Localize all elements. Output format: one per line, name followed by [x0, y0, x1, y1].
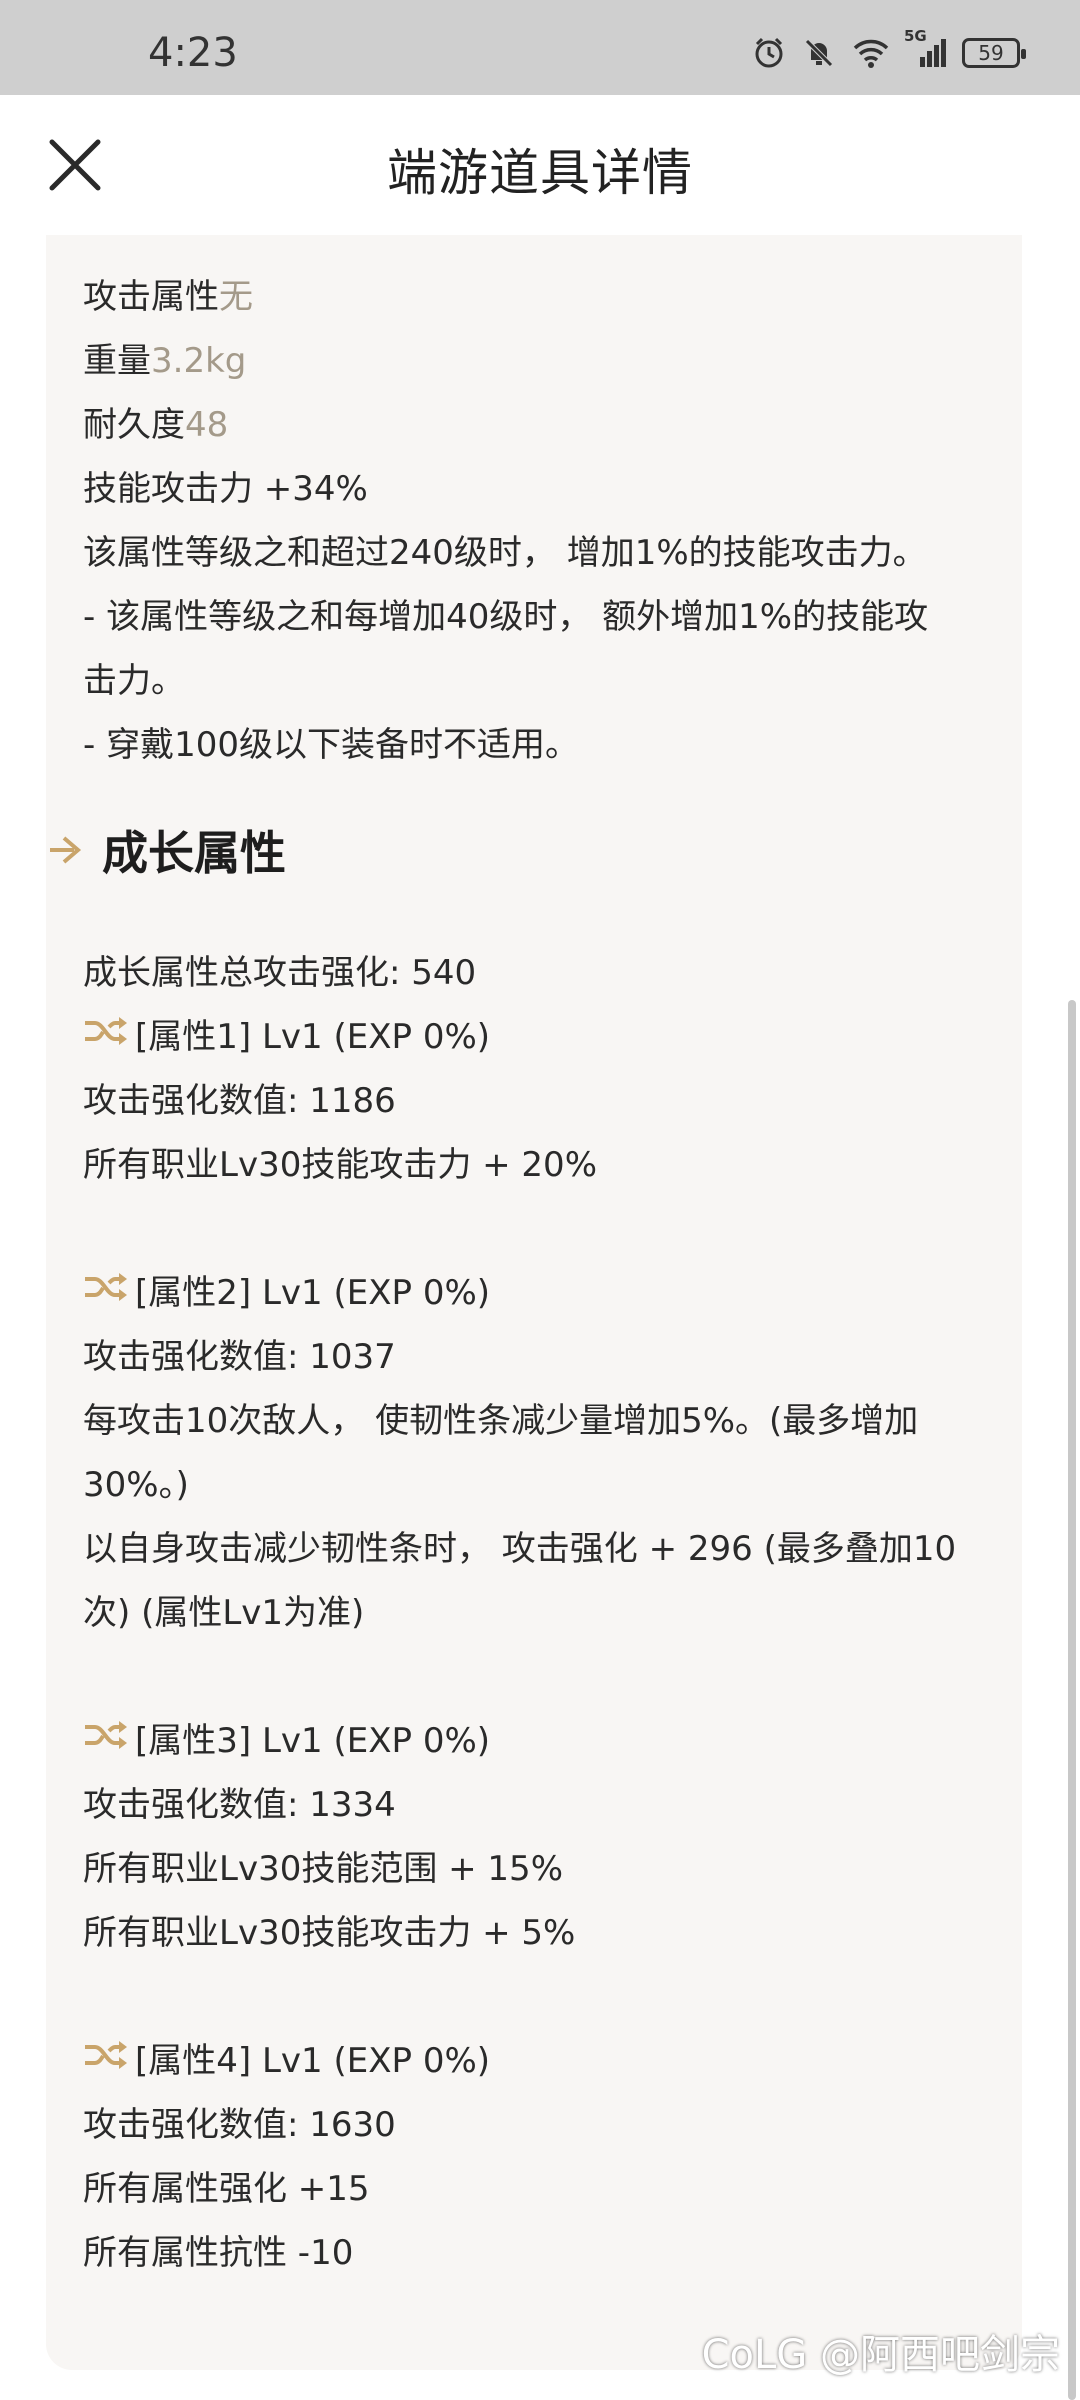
- attribute-line: 所有职业Lv30技能攻击力 + 20%: [83, 1145, 598, 1185]
- item-attributes-card: 攻击属性无 重量3.2kg 耐久度48 技能攻击力 +34% 该属性等级之和超过…: [46, 235, 1022, 1010]
- attribute-line: 攻击强化数值: 1186: [83, 1081, 396, 1121]
- durability-row: 耐久度48: [83, 405, 229, 445]
- durability-value: 48: [185, 405, 229, 445]
- status-time: 4:23: [148, 30, 238, 76]
- attribute-line: 30%。): [83, 1465, 189, 1505]
- network-type: 5G: [904, 27, 927, 45]
- item-detail-content[interactable]: 攻击属性无 重量3.2kg 耐久度48 技能攻击力 +34% 该属性等级之和超过…: [0, 235, 1080, 2400]
- attribute-header: [属性1] Lv1 (EXP 0%): [83, 1005, 490, 1071]
- weight-value: 3.2kg: [151, 341, 247, 381]
- attribute-line: 攻击强化数值: 1630: [83, 2105, 396, 2145]
- attribute-header: [属性3] Lv1 (EXP 0%): [83, 1709, 490, 1775]
- weight-row: 重量3.2kg: [83, 341, 247, 381]
- status-bar: 4:23 5G 59: [0, 0, 1080, 95]
- attribute-line: 次) (属性Lv1为准): [83, 1593, 365, 1633]
- growth-attributes-card: 成长属性总攻击强化: 540 [属性1] Lv1 (EXP 0%) 攻击强化数值…: [46, 905, 1022, 2370]
- attack-attribute-row: 攻击属性无: [83, 277, 253, 317]
- attribute-line: 攻击强化数值: 1037: [83, 1337, 396, 1377]
- mute-bell-icon: [802, 36, 836, 70]
- shuffle-icon: [83, 1260, 131, 1324]
- battery-icon: 59: [962, 38, 1026, 68]
- attribute-line: 攻击强化数值: 1334: [83, 1785, 396, 1825]
- battery-level: 59: [978, 41, 1004, 65]
- shuffle-icon: [83, 1004, 131, 1068]
- scrollbar[interactable]: [1068, 1000, 1076, 2400]
- attack-attribute-value: 无: [219, 277, 253, 317]
- app-header: 端游道具详情: [0, 95, 1080, 235]
- attribute-line: 以自身攻击减少韧性条时， 攻击强化 + 296 (最多叠加10: [83, 1529, 957, 1569]
- attribute-header: [属性4] Lv1 (EXP 0%): [83, 2029, 490, 2095]
- watermark: CoLG @阿西吧剑宗: [701, 2332, 1060, 2378]
- page-title: 端游道具详情: [387, 144, 693, 202]
- description-line: 击力。: [83, 661, 185, 701]
- shuffle-icon: [83, 2028, 131, 2092]
- skill-attack-line: 技能攻击力 +34%: [83, 469, 368, 509]
- attribute-line: 所有属性强化 +15: [83, 2169, 370, 2209]
- attribute-line: 每攻击10次敌人， 使韧性条减少量增加5%。(最多增加: [83, 1401, 919, 1441]
- signal-icon: 5G: [904, 27, 946, 69]
- attribute-header: [属性2] Lv1 (EXP 0%): [83, 1261, 490, 1327]
- wifi-icon: [852, 37, 890, 69]
- arrow-right-icon: [50, 836, 82, 864]
- growth-section-header: 成长属性: [46, 820, 286, 880]
- section-title: 成长属性: [102, 826, 286, 880]
- description-line: - 该属性等级之和每增加40级时， 额外增加1%的技能攻: [83, 597, 929, 637]
- attribute-line: 所有职业Lv30技能范围 + 15%: [83, 1849, 564, 1889]
- growth-total: 成长属性总攻击强化: 540: [83, 953, 477, 993]
- shuffle-icon: [83, 1708, 131, 1772]
- status-icons: 5G 59: [752, 27, 1026, 70]
- description-line: 该属性等级之和超过240级时， 增加1%的技能攻击力。: [83, 533, 927, 573]
- attribute-line: 所有职业Lv30技能攻击力 + 5%: [83, 1913, 576, 1953]
- attribute-line: 所有属性抗性 -10: [83, 2233, 354, 2273]
- description-line: - 穿戴100级以下装备时不适用。: [83, 725, 579, 765]
- alarm-icon: [752, 36, 786, 70]
